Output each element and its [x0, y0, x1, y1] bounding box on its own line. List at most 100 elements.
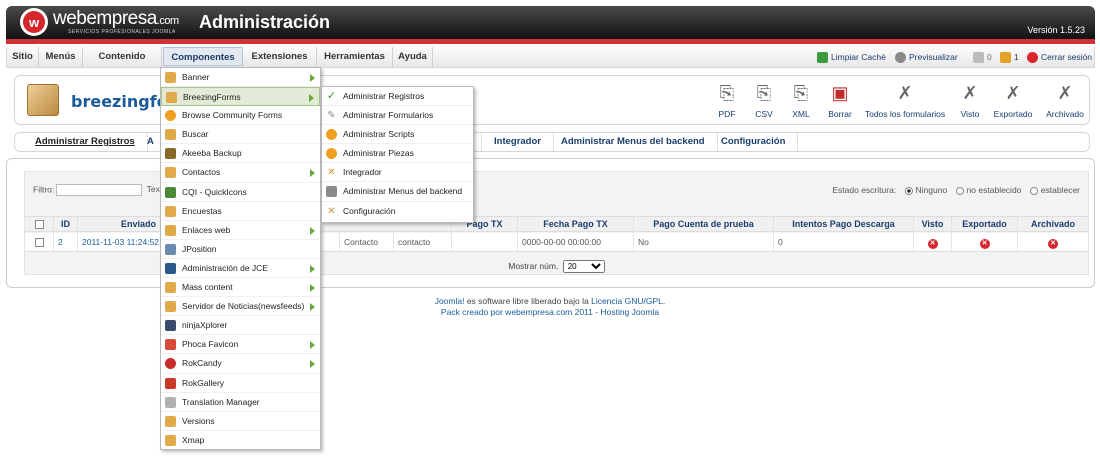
menu-componentes[interactable]: Componentes [163, 47, 243, 66]
previsualizar-link[interactable]: Previsualizar [895, 47, 958, 67]
page-size-select[interactable]: 20 [562, 260, 605, 273]
menu-sitio[interactable]: Sitio [7, 47, 39, 67]
submenu-arrow-icon [310, 303, 315, 312]
submenu-arrow-icon [310, 284, 315, 293]
forms-icon: ✎ [327, 110, 336, 122]
filter-input[interactable] [56, 184, 143, 196]
exportado-button[interactable]: ✗ Exportado [991, 80, 1035, 119]
menu-ayuda[interactable]: Ayuda [393, 47, 433, 67]
radio-ninguno[interactable] [904, 186, 913, 195]
menu-item-newsfeeds[interactable]: Servidor de Noticias(newsfeeds) [161, 297, 320, 317]
col-intentos-pago[interactable]: Intentos Pago Descarga [773, 217, 913, 232]
submenu-menus-backend[interactable]: Administrar Menus del backend [322, 182, 473, 202]
cell-visto: ✕ [913, 233, 951, 251]
menu-item-contactos[interactable]: Contactos [161, 163, 320, 183]
rokcandy-icon [165, 358, 176, 370]
menu-item-akeeba[interactable]: Akeeba Backup [161, 144, 320, 164]
menu-item-rokgallery[interactable]: RokGallery [161, 374, 320, 393]
menu-item-jposition[interactable]: JPosition [161, 240, 320, 259]
tab-integrador[interactable]: Integrador [481, 133, 554, 151]
license-link[interactable]: Licencia GNU/GPL [591, 296, 663, 306]
col-exportado[interactable]: Exportado [951, 217, 1017, 232]
contacts-icon [165, 167, 176, 179]
csv-button[interactable]: ⎘ CSV [750, 80, 778, 119]
submenu-administrar-formularios[interactable]: ✎ Administrar Formularios [322, 106, 473, 126]
menu-herramientas[interactable]: Herramientas [317, 47, 393, 67]
webempresa-logo-icon: w [20, 8, 48, 36]
menu-extensiones[interactable]: Extensiones [243, 47, 317, 67]
archivado-button[interactable]: ✗ Archivado [1043, 80, 1087, 119]
col-archivado[interactable]: Archivado [1017, 217, 1088, 232]
newsfeeds-icon [165, 301, 176, 313]
integrator-icon: ✕ [327, 167, 336, 179]
joomla-link[interactable]: Joomla! [435, 296, 465, 306]
limpiar-cache-link[interactable]: Limpiar Caché [817, 47, 886, 67]
menu-item-encuestas[interactable]: Encuestas [161, 202, 320, 221]
menu-item-banner[interactable]: Banner [161, 68, 320, 88]
submenu-administrar-scripts[interactable]: Administrar Scripts [322, 125, 473, 145]
scripts-icon [326, 129, 337, 141]
submenu-administrar-registros[interactable]: ✓ Administrar Registros [322, 87, 473, 107]
radio-no-establecido[interactable] [955, 186, 964, 195]
col-pago-cuenta-prueba[interactable]: Pago Cuenta de prueba [633, 217, 773, 232]
select-all-checkbox[interactable] [34, 220, 44, 230]
xmap-icon [165, 434, 176, 446]
version-label: Versión 1.5.23 [1027, 25, 1085, 35]
menu-item-translation-manager[interactable]: Translation Manager [161, 393, 320, 412]
users-online-count[interactable]: 1 [1000, 47, 1019, 67]
menu-item-buscar[interactable]: Buscar [161, 125, 320, 145]
tab-configuracion[interactable]: Configuración [709, 133, 799, 151]
menu-item-enlaces-web[interactable]: Enlaces web [161, 221, 320, 240]
todos-formularios-button[interactable]: ✗ Todos los formularios [863, 80, 947, 119]
submenu-arrow-icon [310, 264, 315, 273]
menu-item-rokcandy[interactable]: RokCandy [161, 354, 320, 374]
cell-id[interactable]: 2 [53, 233, 77, 251]
menu-item-cqi[interactable]: CQI - QuickIcons [161, 183, 320, 202]
pdf-button[interactable]: ⎘ PDF [713, 80, 741, 119]
cerrar-sesion-link[interactable]: Cerrar sesión [1027, 47, 1092, 67]
radio-establecer[interactable] [1029, 186, 1038, 195]
messages-count[interactable]: 0 [973, 47, 992, 67]
app-window: w webempresa.com SERVICIOS PROFESIONALES… [0, 0, 1100, 467]
row-select-cell [25, 233, 53, 251]
page-title: Administración [199, 12, 331, 32]
mass-content-icon [165, 282, 176, 294]
breezingforms-submenu: ✓ Administrar Registros ✎ Administrar Form… [321, 86, 474, 223]
submenu-arrow-icon [309, 94, 314, 103]
menu-item-ninjaxplorer[interactable]: ninjaXplorer [161, 316, 320, 336]
visto-button[interactable]: ✗ Visto [955, 80, 985, 119]
banner-icon [165, 72, 176, 83]
xml-button[interactable]: ⎘ XML [787, 80, 815, 119]
trash-icon: ▣ [831, 83, 849, 103]
not-archived-icon[interactable]: ✕ [1048, 239, 1058, 249]
jce-icon [165, 262, 176, 274]
submenu-integrador[interactable]: ✕ Integrador [322, 163, 473, 183]
menu-item-jce[interactable]: Administración de JCE [161, 259, 320, 279]
borrar-button[interactable]: ▣ Borrar [823, 80, 857, 119]
check-x-icon: ✗ [962, 83, 978, 103]
broom-icon [817, 51, 828, 63]
menu-item-phoca-favicon[interactable]: Phoca Favicon [161, 335, 320, 355]
hosting-joomla-link[interactable]: Hosting Joomla [600, 307, 659, 317]
col-id[interactable]: ID [53, 217, 77, 232]
menu-item-versions[interactable]: Versions [161, 412, 320, 431]
tab-administrar-registros[interactable]: Administrar Registros [23, 133, 148, 151]
versions-icon [165, 415, 176, 427]
submenu-configuracion[interactable]: ✕ Configuración [322, 202, 473, 221]
menu-menus[interactable]: Menús [39, 47, 83, 67]
menu-item-mass-content[interactable]: Mass content [161, 278, 320, 298]
menu-contenido[interactable]: Contenido [83, 47, 162, 67]
submenu-administrar-piezas[interactable]: Administrar Piezas [322, 144, 473, 164]
submenu-arrow-icon [310, 341, 315, 350]
polls-icon [165, 205, 176, 217]
check-x-icon: ✗ [897, 83, 913, 103]
menu-item-xmap[interactable]: Xmap [161, 431, 320, 450]
menu-item-browse-community-forms[interactable]: Browse Community Forms [161, 106, 320, 126]
menu-item-breezingforms[interactable]: BreezingForms [161, 87, 320, 107]
col-fecha-pago-tx[interactable]: Fecha Pago TX [517, 217, 633, 232]
not-viewed-icon[interactable]: ✕ [927, 239, 938, 249]
col-visto[interactable]: Visto [913, 217, 951, 232]
tab-menus-backend[interactable]: Administrar Menus del backend [549, 133, 718, 151]
not-exported-icon[interactable]: ✕ [979, 239, 990, 249]
row-checkbox[interactable] [35, 238, 44, 248]
